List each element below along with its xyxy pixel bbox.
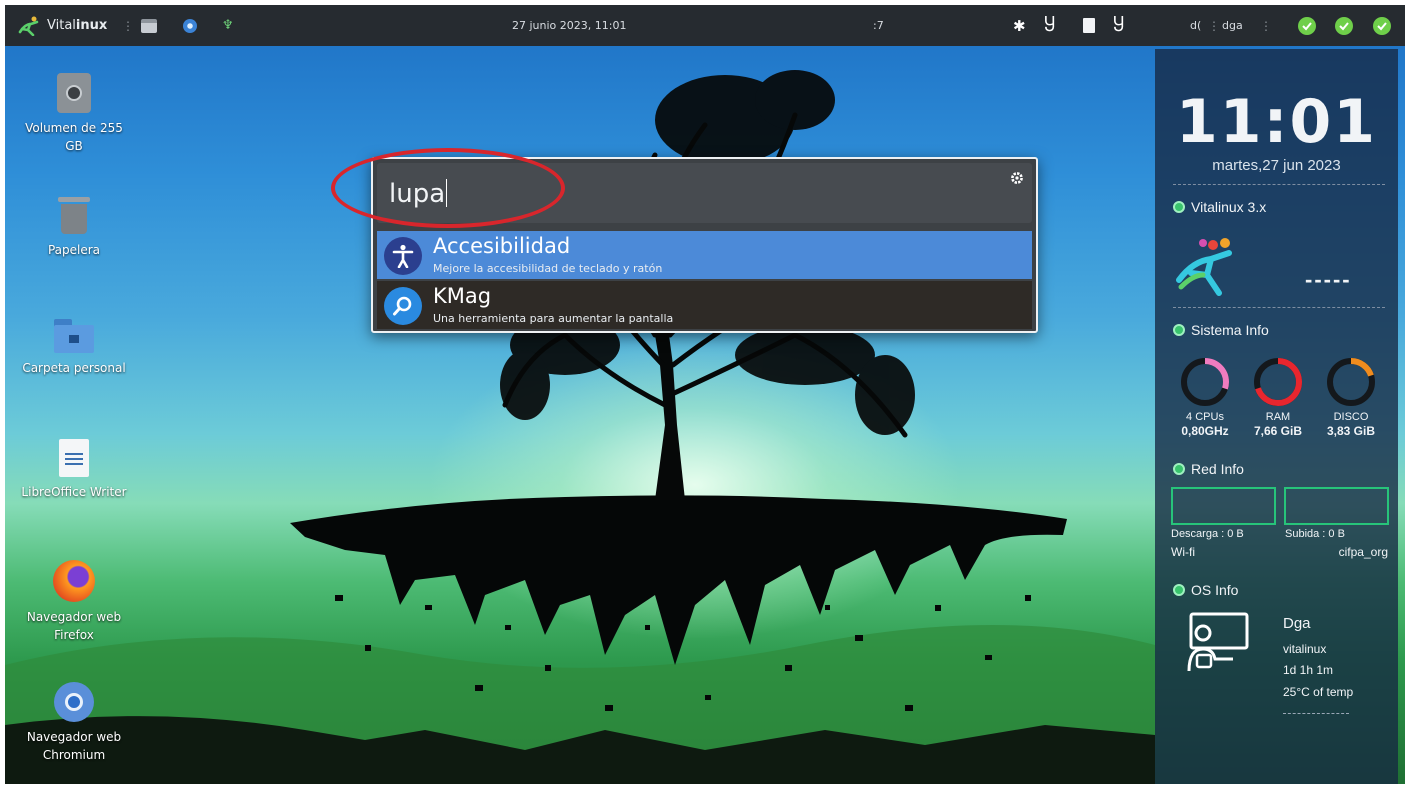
panel-separator: ⋮ xyxy=(1260,18,1272,33)
vitalinux-logo-icon xyxy=(1176,238,1232,296)
section-title: Red Info xyxy=(1191,461,1244,477)
result-title: KMag xyxy=(433,284,492,308)
chromium-icon xyxy=(54,682,94,722)
home-folder-icon xyxy=(54,317,94,353)
os-teacher-icon xyxy=(1187,612,1249,672)
result-subtitle: Mejore la accesibilidad de teclado y rat… xyxy=(433,262,663,275)
gauge-label: 4 CPUs xyxy=(1186,411,1224,423)
desktop-icon-chromium[interactable]: Navegador web Chromium xyxy=(19,682,129,764)
section-vitalinux: Vitalinux 3.x xyxy=(1173,199,1266,215)
vitalinux-menu-button[interactable]: Vitalinux xyxy=(17,5,107,46)
gauge-label: RAM xyxy=(1265,411,1291,423)
magnifier-icon xyxy=(384,287,422,325)
vitalinux-value: ----- xyxy=(1305,267,1352,292)
usb-icon[interactable]: Ⴘ xyxy=(1113,5,1124,46)
widget-divider xyxy=(1283,713,1349,714)
plant-icon: ♆ xyxy=(222,18,234,33)
widget-date: martes,27 jun 2023 xyxy=(1212,157,1341,174)
widget-divider xyxy=(1173,307,1385,308)
status-dot xyxy=(1173,201,1185,213)
drive-icon xyxy=(57,73,91,113)
panel-user-partial: d( xyxy=(1190,19,1202,32)
section-red: Red Info xyxy=(1173,461,1244,477)
battery-icon[interactable] xyxy=(1083,5,1095,46)
result-kmag[interactable]: KMag Una herramienta para aumentar la pa… xyxy=(377,281,1032,329)
os-temperature: 25°C of temp xyxy=(1283,685,1354,699)
os-uptime: 1d 1h 1m xyxy=(1283,663,1334,677)
desktop-icon-drive[interactable]: Volumen de 255 GB xyxy=(19,73,129,155)
panel-user[interactable]: dga xyxy=(1222,5,1243,46)
desktop-icon-writer[interactable]: LibreOffice Writer xyxy=(19,439,129,501)
desktop-icon-label: Navegador web Firefox xyxy=(26,610,122,642)
os-host: vitalinux xyxy=(1283,642,1327,656)
desktop-icon-label: LibreOffice Writer xyxy=(21,485,127,499)
panel-separator: ⋮ xyxy=(122,18,134,33)
desktop-screen: Vitalinux ⋮ ♆ 27 junio 2023, 11:01 :7 ✱ … xyxy=(5,5,1405,784)
download-label: Descarga : 0 B xyxy=(1171,528,1244,540)
gauge-ram: RAM 7,66 GiB xyxy=(1248,410,1308,438)
gauge-value: 3,83 GiB xyxy=(1326,424,1376,438)
highlight-annotation-circle xyxy=(331,148,565,228)
status-dot xyxy=(1173,584,1185,596)
desktop-icon-label: Carpeta personal xyxy=(22,361,126,375)
file-manager-icon xyxy=(141,18,157,33)
gauge-disk: DISCO 3,83 GiB xyxy=(1321,410,1381,438)
panel-separator: ⋮ xyxy=(1208,18,1220,33)
network-icon[interactable]: Ⴘ xyxy=(1044,5,1055,46)
bluetooth-icon[interactable]: ✱ xyxy=(1013,5,1026,46)
section-title: OS Info xyxy=(1191,582,1239,598)
section-sistema: Sistema Info xyxy=(1173,322,1269,338)
panel-status-text: :7 xyxy=(873,19,884,32)
browser-icon xyxy=(183,18,197,33)
file-manager-launcher[interactable] xyxy=(141,5,157,46)
section-title: Vitalinux 3.x xyxy=(1191,199,1267,215)
desktop-icon-label: Volumen de 255 GB xyxy=(25,121,123,153)
check-icon[interactable] xyxy=(1298,5,1316,46)
accessibility-icon xyxy=(384,237,422,275)
vitalinux-logo-icon xyxy=(18,16,39,36)
result-accesibilidad[interactable]: Accesibilidad Mejore la accesibilidad de… xyxy=(377,231,1032,279)
gauge-value: 7,66 GiB xyxy=(1253,424,1303,438)
upload-label: Subida : 0 B xyxy=(1285,528,1345,540)
status-dot xyxy=(1173,463,1185,475)
top-panel: Vitalinux ⋮ ♆ 27 junio 2023, 11:01 :7 ✱ … xyxy=(5,5,1405,46)
download-graph xyxy=(1171,487,1276,525)
check-icon[interactable] xyxy=(1335,5,1353,46)
check-icon[interactable] xyxy=(1373,5,1391,46)
writer-icon xyxy=(59,439,89,477)
gauge-cpu: 4 CPUs 0,80GHz xyxy=(1175,410,1235,438)
result-subtitle: Una herramienta para aumentar la pantall… xyxy=(433,312,674,325)
app-launcher[interactable]: ♆ xyxy=(222,5,234,46)
desktop-icon-label: Navegador web Chromium xyxy=(26,730,122,762)
os-user: Dga xyxy=(1283,615,1311,632)
desktop-icon-home-folder[interactable]: Carpeta personal xyxy=(19,317,129,377)
panel-clock[interactable]: 27 junio 2023, 11:01 xyxy=(512,5,626,46)
upload-graph xyxy=(1284,487,1389,525)
trash-icon xyxy=(58,195,90,235)
section-title: Sistema Info xyxy=(1191,322,1269,338)
network-interface: Wi-fi xyxy=(1171,545,1195,559)
widget-clock: 11:01 xyxy=(1176,87,1377,157)
gauge-label: DISCO xyxy=(1333,411,1369,423)
desktop-icon-firefox[interactable]: Navegador web Firefox xyxy=(19,560,129,644)
status-dot xyxy=(1173,324,1185,336)
gauge-value: 0,80GHz xyxy=(1181,424,1229,438)
gauges-group xyxy=(1181,358,1375,406)
system-info-widget: 11:01 martes,27 jun 2023 Vitalinux 3.x -… xyxy=(1155,49,1398,784)
desktop-icon-trash[interactable]: Papelera xyxy=(19,195,129,259)
desktop-icon-label: Papelera xyxy=(47,243,101,257)
firefox-icon xyxy=(53,560,95,602)
widget-divider xyxy=(1173,184,1385,185)
browser-launcher[interactable] xyxy=(183,5,197,46)
gear-icon[interactable] xyxy=(1010,171,1024,185)
section-os: OS Info xyxy=(1173,582,1238,598)
result-title: Accesibilidad xyxy=(433,234,571,258)
network-ssid: cifpa_org xyxy=(1338,545,1388,559)
